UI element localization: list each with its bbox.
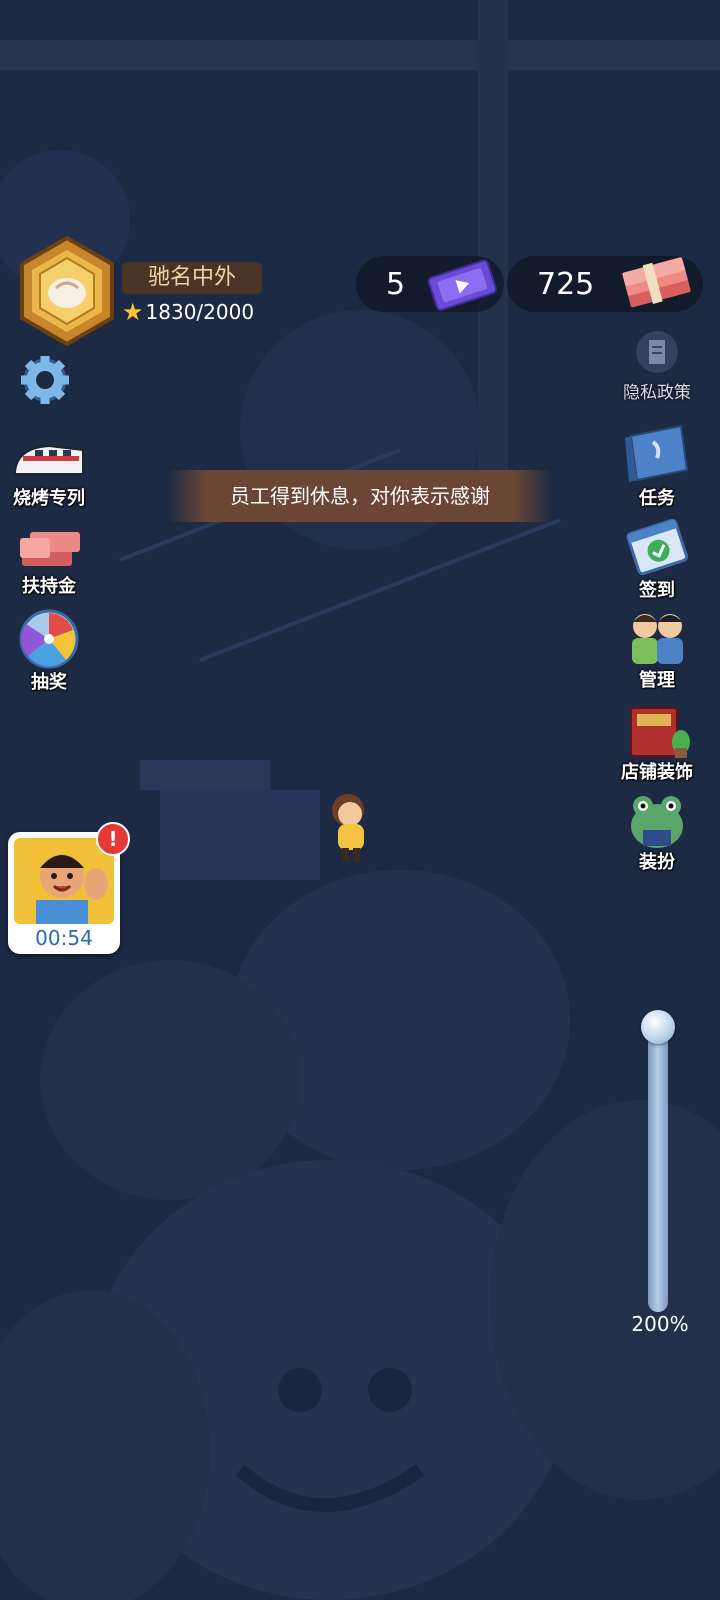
rank-progress: ★ 1830/2000 (122, 298, 254, 326)
manage-button[interactable]: 管理 (612, 608, 702, 692)
prize-wheel-icon (19, 609, 79, 669)
gear-icon (21, 356, 69, 404)
ticket-icon (427, 259, 498, 311)
checkin-label: 签到 (639, 580, 675, 601)
task-book-icon (625, 424, 689, 482)
ticket-counter[interactable]: 5 (356, 256, 504, 312)
settings-button[interactable] (0, 352, 90, 412)
bbq-train-button[interactable]: 烧烤专列 (4, 438, 94, 510)
signboard-icon (630, 707, 690, 758)
privacy-policy-button[interactable]: 隐私政策 (612, 330, 702, 403)
manage-label: 管理 (639, 670, 675, 691)
store-decor-button[interactable]: 店铺装饰 (612, 702, 702, 784)
cash-stack-icon (622, 257, 691, 308)
event-countdown: 00:54 (35, 926, 93, 950)
store-decor-label: 店铺装饰 (621, 762, 693, 783)
strongman-avatar (14, 838, 114, 924)
zoom-slider-handle[interactable] (641, 1010, 675, 1044)
scroll-icon (636, 331, 678, 373)
calendar-check-icon (626, 518, 689, 576)
train-icon (14, 444, 84, 475)
checkin-button[interactable]: 签到 (612, 516, 702, 602)
cash-bundle-icon (20, 532, 80, 566)
frog-costume-icon (631, 796, 683, 848)
rank-badge-icon[interactable] (18, 236, 116, 346)
zoom-slider-track[interactable] (648, 1024, 668, 1312)
rank-title: 驰名中外 (122, 262, 262, 294)
ticket-count: 5 (386, 266, 406, 302)
dressup-button[interactable]: 装扮 (612, 792, 702, 874)
tasks-label: 任务 (639, 488, 675, 509)
staff-icon (632, 614, 683, 664)
support-fund-button[interactable]: 扶持金 (4, 524, 94, 598)
money-counter[interactable]: 725 (507, 256, 703, 312)
player-character[interactable] (326, 788, 374, 868)
privacy-policy-label: 隐私政策 (623, 383, 691, 403)
bbq-train-label: 烧烤专列 (13, 488, 85, 509)
tasks-button[interactable]: 任务 (612, 422, 702, 510)
star-icon: ★ (122, 298, 144, 326)
alert-badge-icon: ! (96, 822, 130, 856)
rank-progress-text: 1830/2000 (145, 300, 255, 324)
notification-banner: 员工得到休息，对你表示感谢 (168, 470, 552, 522)
dressup-label: 装扮 (639, 852, 675, 873)
lottery-button[interactable]: 抽奖 (4, 608, 94, 694)
money-count: 725 (537, 266, 595, 302)
support-fund-label: 扶持金 (22, 576, 76, 597)
strongman-icon (14, 838, 114, 924)
zoom-level-label: 200% (631, 1312, 689, 1336)
lottery-label: 抽奖 (31, 672, 67, 693)
